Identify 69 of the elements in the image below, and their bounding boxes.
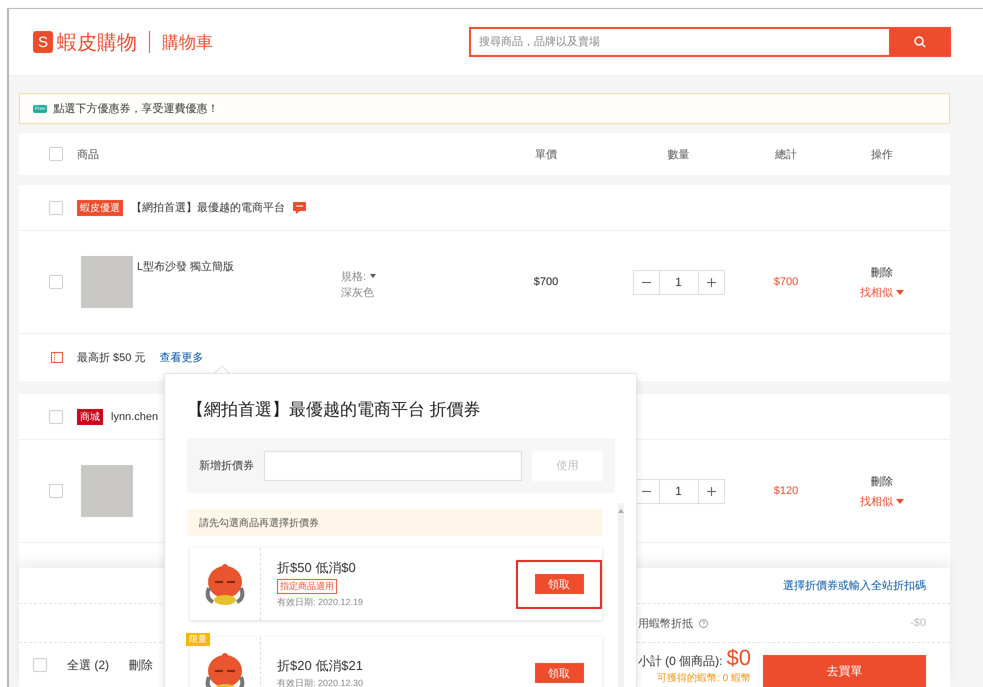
scrollbar[interactable] [618, 503, 624, 687]
checkbox[interactable] [49, 275, 63, 289]
plus-icon [706, 486, 716, 496]
ticket-icon [51, 352, 63, 363]
column-label: 單價 [534, 148, 558, 162]
photo-placeholder[interactable] [81, 256, 133, 308]
column-label: 總計 [774, 148, 798, 162]
column-label: 數量 [666, 148, 690, 162]
chat-icon[interactable] [293, 202, 306, 214]
coins-earned: 可獲得的蝦幣: 0 蝦幣 [657, 672, 751, 685]
checkbox[interactable] [49, 200, 63, 214]
search-field[interactable]: 搜尋商品，品牌以及賣場 [469, 27, 889, 57]
product-name[interactable]: L型布沙發 獨立簡版 [137, 259, 287, 274]
subtotal-value: $0 [726, 645, 751, 671]
subtotal-label: 小計 (0 個商品): [638, 653, 723, 670]
variation-value: 深灰色 [341, 287, 374, 299]
voucher-text: 最高折 $50 元 [77, 350, 146, 365]
coupon-tag: 指定商品適用 [277, 579, 337, 594]
unit-price: $700 [532, 276, 560, 288]
coins-value: -$0 [910, 617, 926, 629]
plus-icon [706, 278, 716, 286]
coins-label: 用蝦幣折抵 [638, 616, 693, 630]
delete-link[interactable]: 刪除 [871, 474, 893, 488]
notice-text: 點選下方優惠券，享受運費優惠！ [53, 102, 218, 116]
shop-name[interactable]: lynn.chen [111, 410, 158, 422]
coupon-validity: 有效日期: 2020.12.19 [277, 596, 364, 609]
search-icon [914, 36, 926, 48]
logo-icon[interactable]: S [33, 31, 53, 53]
variation-label[interactable]: 規格: [341, 271, 376, 283]
checkbox[interactable] [49, 484, 63, 498]
shop-badge: 蝦皮優選 [77, 200, 123, 216]
mascot-drawing [203, 562, 247, 606]
column-label: 商品 [77, 148, 100, 162]
mascot-drawing [203, 651, 247, 687]
column-label: 操作 [870, 148, 894, 162]
claim-button[interactable]: 領取 [534, 574, 584, 594]
shop-badge: 商城 [77, 408, 103, 424]
shop-name[interactable]: 【網拍首選】最優越的電商平台 [131, 200, 285, 215]
see-more-link[interactable]: 查看更多 [159, 350, 204, 365]
delete-link[interactable]: 刪除 [129, 656, 153, 674]
coupon-validity: 有效日期: 2020.12.30 [277, 676, 364, 687]
help-icon[interactable] [699, 618, 708, 628]
claim-button[interactable]: 領取 [534, 663, 584, 683]
checkbox[interactable] [33, 658, 47, 672]
popover-title: 【網拍首選】最優越的電商平台 折價券 [187, 399, 482, 421]
photo-placeholder[interactable] [81, 465, 133, 517]
search-button[interactable] [889, 27, 951, 57]
total-price: $120 [772, 485, 800, 497]
checkbox[interactable] [49, 147, 63, 161]
code-label: 新增折價券 [199, 458, 254, 473]
limited-tag: 限量 [186, 633, 210, 646]
minus-icon [642, 490, 650, 492]
coupon-link[interactable]: 選擇折價券或輸入全站折扣碼 [783, 578, 926, 593]
select-all-label[interactable]: 全選 (2) [67, 656, 109, 674]
checkout-button[interactable]: 去買單 [763, 654, 926, 687]
scroll-up-icon[interactable] [618, 509, 624, 513]
coupon-title: 折$20 低消$21 [277, 656, 364, 674]
checkbox[interactable] [49, 410, 63, 424]
find-similar-link[interactable]: 找相似 [860, 284, 893, 300]
caret-icon[interactable] [896, 290, 904, 294]
brand-name[interactable]: 蝦皮購物 [57, 28, 137, 56]
total-price: $700 [772, 276, 800, 288]
page-title: 購物車 [162, 32, 213, 54]
code-input-field[interactable] [264, 450, 522, 480]
hint-text: 請先勾選商品再選擇折價券 [187, 509, 602, 536]
delete-link[interactable]: 刪除 [871, 264, 893, 280]
coupon-title: 折$50 低消$0 [277, 559, 357, 577]
find-similar-link[interactable]: 找相似 [860, 494, 893, 508]
caret-icon[interactable] [896, 498, 904, 504]
